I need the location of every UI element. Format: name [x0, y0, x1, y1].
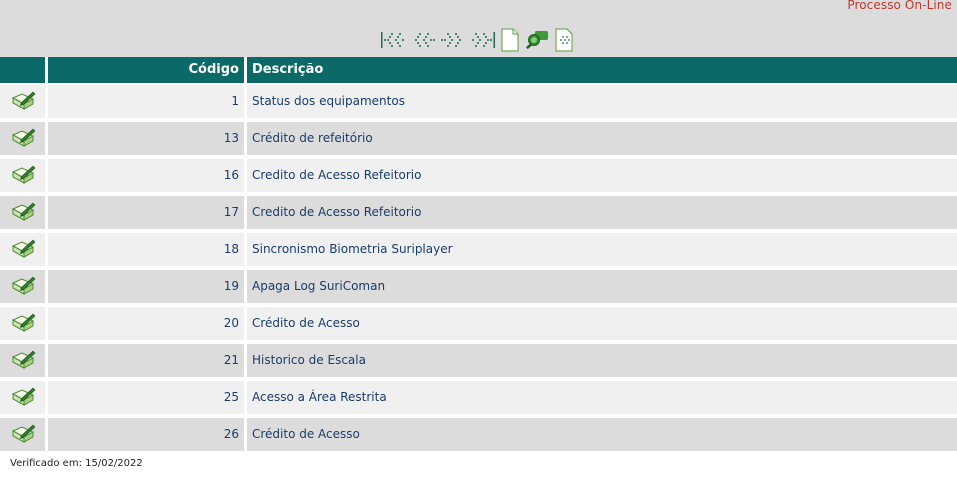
pagination-toolbar: [380, 28, 574, 56]
previous-page-icon[interactable]: [410, 30, 436, 54]
row-code: 26: [223, 427, 239, 441]
row-code: 25: [223, 390, 239, 404]
description-cell: Credito de Acesso Refeitorio: [247, 196, 957, 229]
new-record-icon[interactable]: [500, 28, 520, 56]
row-action-cell: [0, 307, 45, 340]
edit-icon[interactable]: [10, 386, 36, 414]
code-cell: 20: [48, 307, 244, 340]
edit-icon[interactable]: [10, 164, 36, 192]
table-row: 13 Crédito de refeitório: [0, 120, 957, 157]
row-description-link[interactable]: Status dos equipamentos: [252, 85, 405, 118]
row-description-link[interactable]: Crédito de refeitório: [252, 122, 373, 155]
row-code: 21: [223, 353, 239, 367]
edit-icon[interactable]: [10, 238, 36, 266]
header-divider: [244, 57, 247, 83]
row-action-cell: [0, 418, 45, 451]
edit-icon[interactable]: [10, 127, 36, 155]
row-description-link[interactable]: Crédito de Acesso: [252, 307, 360, 340]
row-description-link[interactable]: Credito de Acesso Refeitorio: [252, 196, 421, 229]
edit-icon[interactable]: [10, 275, 36, 303]
description-cell: Acesso a Área Restrita: [247, 381, 957, 414]
description-cell: Crédito de refeitório: [247, 122, 957, 155]
row-code: 13: [223, 131, 239, 145]
description-cell: Status dos equipamentos: [247, 85, 957, 118]
row-description-link[interactable]: Sincronismo Biometria Suriplayer: [252, 233, 453, 266]
row-description-link[interactable]: Historico de Escala: [252, 344, 366, 377]
row-code: 1: [231, 94, 239, 108]
verified-date: Verificado em: 15/02/2022: [10, 458, 143, 469]
table-row: 25 Acesso a Área Restrita: [0, 379, 957, 416]
row-action-cell: [0, 85, 45, 118]
description-cell: Credito de Acesso Refeitorio: [247, 159, 957, 192]
row-code: 20: [223, 316, 239, 330]
description-cell: Crédito de Acesso: [247, 418, 957, 451]
table-row: 21 Historico de Escala: [0, 342, 957, 379]
row-action-cell: [0, 233, 45, 266]
column-header-description[interactable]: Descrição: [252, 57, 323, 83]
row-action-cell: [0, 159, 45, 192]
code-cell: 19: [48, 270, 244, 303]
row-code: 16: [223, 168, 239, 182]
code-cell: 25: [48, 381, 244, 414]
description-cell: Apaga Log SuriComan: [247, 270, 957, 303]
row-action-cell: [0, 270, 45, 303]
process-title: Processo On-Line: [847, 0, 952, 12]
edit-icon[interactable]: [10, 90, 36, 118]
row-description-link[interactable]: Crédito de Acesso: [252, 418, 360, 451]
row-action-cell: [0, 196, 45, 229]
description-cell: Sincronismo Biometria Suriplayer: [247, 233, 957, 266]
edit-icon[interactable]: [10, 423, 36, 451]
table-row: 20 Crédito de Acesso: [0, 305, 957, 342]
code-cell: 17: [48, 196, 244, 229]
search-icon[interactable]: [524, 28, 550, 56]
table-row: 1 Status dos equipamentos: [0, 83, 957, 120]
code-cell: 26: [48, 418, 244, 451]
first-page-icon[interactable]: [380, 30, 406, 54]
edit-icon[interactable]: [10, 201, 36, 229]
row-code: 17: [223, 205, 239, 219]
top-bar: Processo On-Line: [0, 0, 957, 57]
description-cell: Crédito de Acesso: [247, 307, 957, 340]
last-page-icon[interactable]: [470, 30, 496, 54]
row-code: 19: [223, 279, 239, 293]
back-icon[interactable]: [554, 28, 574, 56]
row-description-link[interactable]: Credito de Acesso Refeitorio: [252, 159, 421, 192]
next-page-icon[interactable]: [440, 30, 466, 54]
table-row: 19 Apaga Log SuriComan: [0, 268, 957, 305]
column-header-code[interactable]: Código: [47, 57, 239, 83]
table-row: 16 Credito de Acesso Refeitorio: [0, 157, 957, 194]
description-cell: Historico de Escala: [247, 344, 957, 377]
code-cell: 1: [48, 85, 244, 118]
row-code: 18: [223, 242, 239, 256]
table-row: 26 Crédito de Acesso: [0, 416, 957, 453]
row-action-cell: [0, 381, 45, 414]
code-cell: 21: [48, 344, 244, 377]
records-table: 1 Status dos equipamentos 13 Crédito de ref…: [0, 83, 957, 453]
row-description-link[interactable]: Acesso a Área Restrita: [252, 381, 387, 414]
code-cell: 16: [48, 159, 244, 192]
code-cell: 18: [48, 233, 244, 266]
table-row: 18 Sincronismo Biometria Suriplayer: [0, 231, 957, 268]
edit-icon[interactable]: [10, 349, 36, 377]
table-row: 17 Credito de Acesso Refeitorio: [0, 194, 957, 231]
row-description-link[interactable]: Apaga Log SuriComan: [252, 270, 385, 303]
row-action-cell: [0, 122, 45, 155]
row-action-cell: [0, 344, 45, 377]
edit-icon[interactable]: [10, 312, 36, 340]
code-cell: 13: [48, 122, 244, 155]
table-header: Código Descrição: [0, 57, 957, 83]
